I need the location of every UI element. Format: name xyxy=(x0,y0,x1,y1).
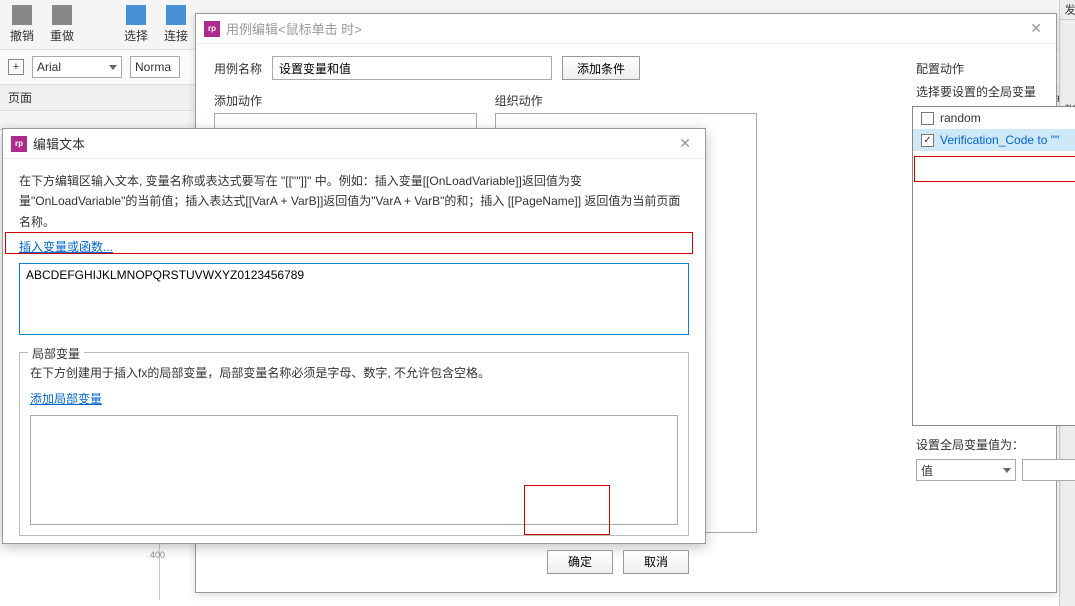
checkbox-verification-code[interactable] xyxy=(921,134,934,147)
value-type-text: 值 xyxy=(921,462,933,479)
edit-dialog-titlebar[interactable]: rp 编辑文本 ✕ xyxy=(3,129,705,159)
redo-icon xyxy=(52,5,72,25)
edit-instructions: 在下方编辑区输入文本, 变量名称或表达式要写在 "[[""]]" 中。例如：插入… xyxy=(19,171,689,232)
rp-icon: rp xyxy=(11,136,27,152)
undo-label: 撤销 xyxy=(10,27,34,44)
chevron-down-icon xyxy=(1003,468,1011,473)
local-var-fieldset: 局部变量 在下方创建用于插入fx的局部变量，局部变量名称必须是字母、数字, 不允… xyxy=(19,352,689,535)
rp-icon: rp xyxy=(204,21,220,37)
case-dialog-titlebar[interactable]: rp 用例编辑<鼠标单击 时> ✕ xyxy=(196,14,1056,44)
var-item-random[interactable]: random xyxy=(913,107,1075,129)
edit-cancel-button[interactable]: 取消 xyxy=(623,550,689,574)
connect-button[interactable]: 连接 xyxy=(158,3,194,46)
local-var-list[interactable] xyxy=(30,415,678,525)
edit-dialog-title: 编辑文本 xyxy=(33,134,673,153)
global-var-list[interactable]: random Verification_Code to "" xyxy=(912,106,1075,426)
undo-button[interactable]: 撤销 xyxy=(4,3,40,46)
add-action-header: 添加动作 xyxy=(214,92,477,109)
value-type-dropdown[interactable]: 值 xyxy=(916,459,1016,481)
font-value: Arial xyxy=(37,60,61,74)
local-var-legend: 局部变量 xyxy=(28,345,84,362)
font-style-value: Norma xyxy=(135,60,171,74)
configure-action-header: 配置动作 xyxy=(916,60,1075,77)
organize-action-header: 组织动作 xyxy=(495,92,758,109)
font-select[interactable]: Arial xyxy=(32,56,122,78)
case-name-label: 用例名称 xyxy=(214,60,262,77)
undo-icon xyxy=(12,5,32,25)
var-label-random: random xyxy=(940,111,981,125)
set-value-label: 设置全局变量值为： xyxy=(916,436,1075,453)
select-label: 选择 xyxy=(124,27,148,44)
var-label-verification-code: Verification_Code to "" xyxy=(940,133,1059,147)
pages-label: 页面 xyxy=(8,89,32,106)
checkbox-random[interactable] xyxy=(921,112,934,125)
case-dialog-buttons: 确定 取消 xyxy=(912,491,1075,515)
expression-textarea[interactable] xyxy=(19,263,689,335)
case-dialog-title: 用例编辑<鼠标单击 时> xyxy=(226,19,1024,38)
add-local-link[interactable]: 添加局部变量 xyxy=(30,390,678,407)
insert-var-link[interactable]: 插入变量或函数... xyxy=(19,238,113,255)
edit-dialog-body: 在下方编辑区输入文本, 变量名称或表达式要写在 "[[""]]" 中。例如：插入… xyxy=(3,159,705,586)
right-tab-1[interactable]: 发 xyxy=(1060,0,1075,20)
edit-dialog-buttons: 确定 取消 xyxy=(19,550,689,574)
close-button[interactable]: ✕ xyxy=(673,133,697,154)
global-var-header-row: 选择要设置的全局变量 添加全局变量 xyxy=(916,83,1075,100)
select-button[interactable]: 选择 xyxy=(118,3,154,46)
edit-ok-button[interactable]: 确定 xyxy=(547,550,613,574)
set-value-controls: 值 fx xyxy=(916,459,1075,481)
case-name-input[interactable] xyxy=(272,56,552,80)
connect-label: 连接 xyxy=(164,27,188,44)
connect-icon xyxy=(166,5,186,25)
chevron-down-icon xyxy=(109,65,117,70)
add-button[interactable]: + xyxy=(8,59,24,75)
close-button[interactable]: ✕ xyxy=(1024,18,1048,39)
select-global-label: 选择要设置的全局变量 xyxy=(916,83,1036,100)
select-icon xyxy=(126,5,146,25)
configure-action-panel: 配置动作 选择要设置的全局变量 添加全局变量 random Verificati… xyxy=(912,60,1075,515)
edit-text-dialog: rp 编辑文本 ✕ 在下方编辑区输入文本, 变量名称或表达式要写在 "[[""]… xyxy=(2,128,706,544)
local-var-instructions: 在下方创建用于插入fx的局部变量，局部变量名称必须是字母、数字, 不允许包含空格… xyxy=(30,363,678,383)
add-condition-button[interactable]: 添加条件 xyxy=(562,56,640,80)
set-value-section: 设置全局变量值为： 值 fx xyxy=(916,436,1075,481)
var-item-verification-code[interactable]: Verification_Code to "" xyxy=(913,129,1075,151)
font-style-select[interactable]: Norma xyxy=(130,56,180,78)
redo-label: 重做 xyxy=(50,27,74,44)
redo-button[interactable]: 重做 xyxy=(44,3,80,46)
value-input[interactable] xyxy=(1022,459,1075,481)
